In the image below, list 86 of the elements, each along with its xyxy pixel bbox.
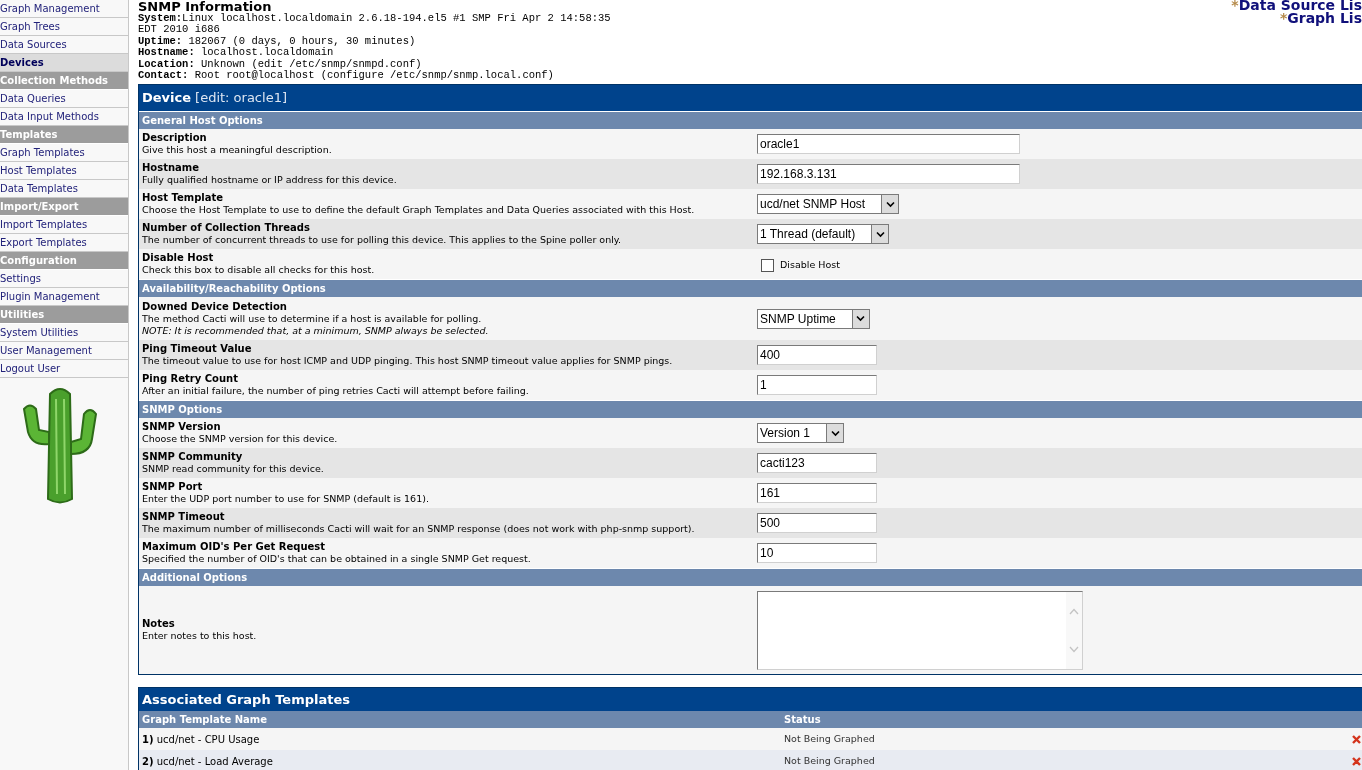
- text-field[interactable]: oracle1: [757, 134, 1020, 154]
- field-label: Disable Host: [142, 252, 215, 264]
- sidebar-heading: Templates: [0, 126, 128, 144]
- column-header: Graph Template Name: [141, 713, 269, 727]
- info-line: EDT 2010 i686: [138, 24, 221, 36]
- text-field[interactable]: 400: [757, 345, 877, 365]
- text-field[interactable]: cacti123: [757, 453, 877, 473]
- text-field[interactable]: 1: [757, 375, 877, 395]
- checkbox-label: Disable Host: [780, 257, 840, 272]
- sidebar-item[interactable]: Graph Trees: [0, 18, 128, 36]
- delete-icon[interactable]: [1352, 734, 1361, 744]
- field-description: Choose the Host Template to use to define the default Graph Templates and Data Queries associated with this Host.: [142, 204, 696, 216]
- field-description: After an initial failure, the number of ping retries Cacti will attempt before failing.: [142, 385, 530, 397]
- field-description: The method Cacti will use to determine if a host is available for polling.: [142, 312, 483, 325]
- table-title: Associated Graph Templates: [139, 688, 1362, 711]
- dropdown[interactable]: 1 Thread (default): [757, 224, 890, 244]
- field-label: Notes: [142, 618, 176, 630]
- field-note: NOTE: It is recommended that, at a minimum, SNMP always be selected.: [142, 324, 490, 337]
- delete-icon[interactable]: [1352, 756, 1361, 766]
- field-description: Enter notes to this host.: [142, 630, 258, 642]
- field-description: Specified the number of OID's that can be obtained in a single SNMP Get request.: [142, 553, 532, 565]
- field-label: Maximum OID's Per Get Request: [142, 541, 327, 553]
- chevron-down-icon: [851, 309, 869, 328]
- text-field[interactable]: 500: [757, 513, 877, 533]
- table-cell-text: 2) ucd/net - Load Average: [141, 754, 274, 769]
- field-label: SNMP Version: [142, 421, 222, 433]
- info-line: Hostname: localhost.localdomain: [138, 47, 335, 59]
- text-field[interactable]: 161: [757, 483, 877, 503]
- header-link[interactable]: *Graph Lis: [1279, 11, 1362, 26]
- table-cell-text: 1) ucd/net - CPU Usage: [141, 732, 261, 747]
- section-header: Additional Options: [139, 568, 1362, 586]
- sidebar-heading: Import/Export: [0, 198, 128, 216]
- sidebar-item[interactable]: Host Templates: [0, 162, 128, 180]
- dropdown[interactable]: SNMP Uptime: [757, 308, 870, 329]
- field-label: SNMP Port: [142, 481, 204, 493]
- sidebar-item[interactable]: Graph Management: [0, 0, 128, 18]
- sidebar-item[interactable]: Import Templates: [0, 216, 128, 234]
- checkbox[interactable]: [761, 258, 774, 272]
- sidebar-heading: Collection Methods: [0, 72, 128, 90]
- sidebar-item[interactable]: User Management: [0, 342, 128, 360]
- field-label: Hostname: [142, 162, 201, 174]
- section-header: Availability/Reachability Options: [139, 279, 1362, 297]
- form-title: Device [edit: oracle1]: [139, 85, 1362, 111]
- section-header: SNMP Options: [139, 400, 1362, 418]
- text-field[interactable]: 192.168.3.131: [757, 164, 1020, 184]
- field-label: Description: [142, 132, 208, 144]
- field-description: Check this box to disable all checks for this host.: [142, 264, 376, 276]
- dropdown[interactable]: ucd/net SNMP Host: [757, 194, 900, 214]
- sidebar-heading: Configuration: [0, 252, 128, 270]
- field-label: Ping Timeout Value: [142, 343, 253, 355]
- sidebar-item[interactable]: Graph Templates: [0, 144, 128, 162]
- sidebar-item[interactable]: System Utilities: [0, 324, 128, 342]
- header-link[interactable]: *Data Source Lis: [1231, 0, 1362, 13]
- info-line: System:Linux localhost.localdomain 2.6.18-194.el5 #1 SMP Fri Apr 2 14:58:35: [138, 13, 611, 24]
- field-description: The timeout value to use for host ICMP and UDP pinging. This host SNMP timeout value applies for SNMP pings.: [142, 355, 674, 367]
- field-label: Number of Collection Threads: [142, 222, 311, 234]
- field-description: Give this host a meaningful description.: [142, 144, 333, 156]
- field-label: SNMP Timeout: [142, 511, 226, 523]
- info-line: Location: Unknown (edit /etc/snmp/snmpd.conf): [138, 58, 423, 70]
- field-label: SNMP Community: [142, 451, 244, 463]
- info-line: Contact: Root root@localhost (configure /etc/snmp/snmp.local.conf): [138, 70, 555, 82]
- field-description: The number of concurrent threads to use for polling this device. This applies to the Spine poller only.: [142, 234, 623, 246]
- field-description: Fully qualified hostname or IP address for this device.: [142, 174, 398, 186]
- table-cell-text: Not Being Graphed: [784, 753, 876, 768]
- field-description: The maximum number of milliseconds Cacti will wait for an SNMP response (does not work with php-snmp support).: [142, 523, 696, 535]
- sidebar-item[interactable]: Settings: [0, 270, 128, 288]
- field-description: SNMP read community for this device.: [142, 463, 325, 475]
- field-description: Choose the SNMP version for this device.: [142, 433, 339, 445]
- chevron-down-icon: [826, 424, 844, 442]
- sidebar-item[interactable]: Logout User: [0, 360, 128, 378]
- section-header: General Host Options: [139, 111, 1362, 129]
- chevron-down-icon: [881, 195, 899, 213]
- dropdown[interactable]: Version 1: [757, 423, 845, 443]
- table-cell-text: Not Being Graphed: [784, 731, 876, 746]
- sidebar-heading: Utilities: [0, 306, 128, 324]
- field-label: Host Template: [142, 192, 225, 204]
- sidebar-item[interactable]: Devices: [0, 54, 128, 72]
- column-header: Status: [784, 713, 822, 727]
- field-description: Enter the UDP port number to use for SNMP (default is 161).: [142, 493, 430, 505]
- info-line: Uptime: 182067 (0 days, 0 hours, 30 minutes): [138, 35, 417, 47]
- sidebar-item[interactable]: Data Queries: [0, 90, 128, 108]
- field-label: Downed Device Detection: [142, 300, 288, 313]
- text-field[interactable]: 10: [757, 543, 877, 563]
- field-label: Ping Retry Count: [142, 373, 239, 385]
- chevron-down-icon: [871, 225, 889, 243]
- info-title: SNMP Information: [138, 0, 272, 13]
